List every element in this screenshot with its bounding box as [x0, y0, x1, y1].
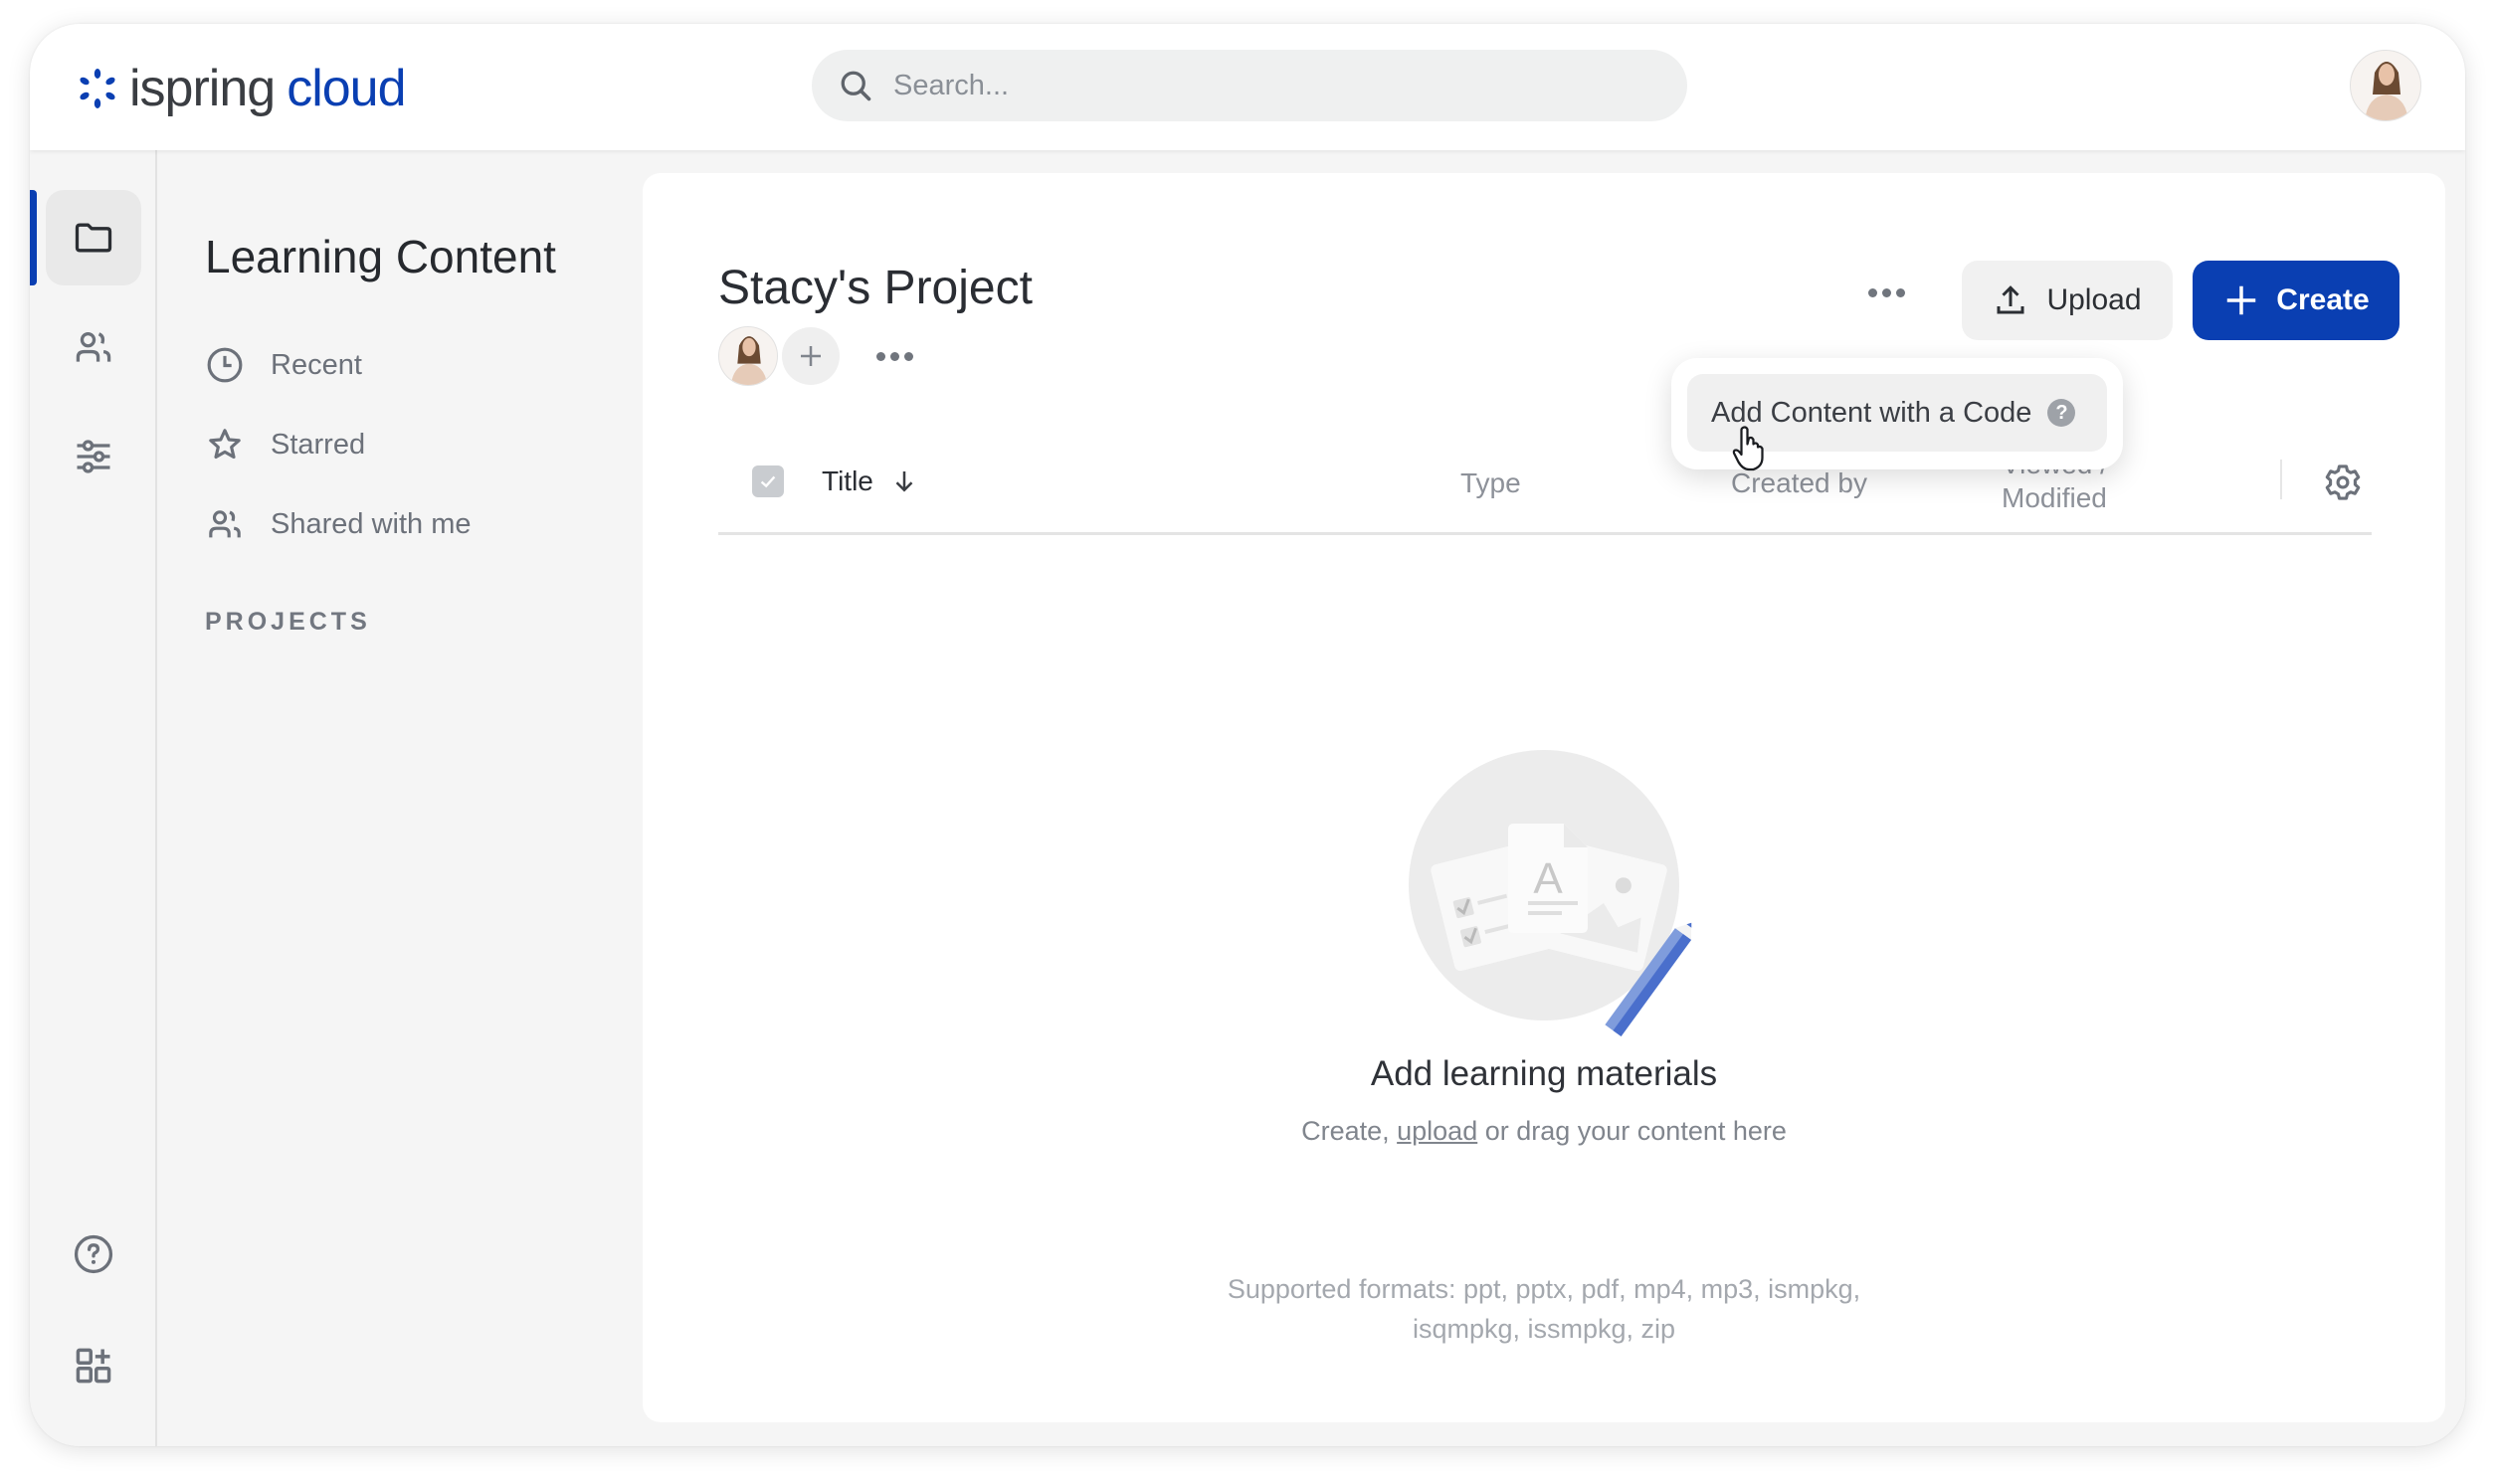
empty-sub-suffix: or drag your content here: [1477, 1116, 1787, 1146]
sidebar-title: Learning Content: [205, 231, 556, 282]
help-icon[interactable]: ?: [2047, 399, 2076, 427]
add-member-button[interactable]: [782, 327, 840, 385]
logo-word-ispring: ispring: [129, 60, 276, 117]
member-avatar[interactable]: [718, 326, 778, 386]
upload-button[interactable]: Upload: [1962, 261, 2173, 340]
add-widget-icon: [76, 1348, 111, 1384]
dot: [903, 351, 913, 361]
column-divider: [2280, 460, 2282, 499]
sidebar-item-label: Shared with me: [271, 507, 472, 540]
rail-item-users[interactable]: [46, 299, 141, 395]
upload-icon: [1997, 285, 2024, 314]
members-more-button[interactable]: [873, 351, 915, 361]
folder-icon: [75, 223, 112, 253]
top-bar: ispring cloud: [30, 24, 2465, 150]
dot: [1881, 287, 1891, 297]
checkmark-icon: [760, 475, 776, 488]
empty-state-title: Add learning materials: [1370, 1054, 1718, 1093]
person-photo-icon: [719, 327, 777, 385]
sidebar-item-recent[interactable]: Recent: [205, 335, 362, 395]
app-window: ispring cloud Search... Learning Content…: [30, 24, 2465, 1446]
dot: [1867, 287, 1877, 297]
sidebar-item-starred[interactable]: Starred: [205, 415, 365, 474]
formats-line-1: Supported formats: ppt, pptx, pdf, mp4, …: [1227, 1274, 1861, 1304]
rail-item-help[interactable]: [46, 1206, 141, 1302]
select-all-checkbox[interactable]: [752, 465, 784, 497]
column-viewed-line2: Modified: [2002, 482, 2107, 513]
page-title: Stacy's Project: [718, 262, 1033, 314]
more-options-button[interactable]: [1856, 273, 1916, 312]
users-icon: [76, 331, 111, 362]
icon-rail: [30, 150, 157, 1446]
search-input[interactable]: [893, 69, 1669, 102]
empty-state-subtitle: Create, upload or drag your content here: [643, 1116, 2445, 1147]
logo[interactable]: ispring cloud: [76, 54, 407, 123]
person-photo-icon: [2351, 51, 2420, 120]
create-label: Create: [2276, 283, 2370, 316]
column-type[interactable]: Type: [1460, 467, 1521, 499]
logo-word-cloud: cloud: [287, 60, 406, 117]
star-icon: [209, 429, 241, 460]
hand-pointer-cursor-icon: [1732, 426, 1764, 471]
sidebar-item-shared[interactable]: Shared with me: [205, 494, 472, 554]
rail-item-apps[interactable]: [46, 1318, 141, 1413]
user-avatar[interactable]: [2350, 50, 2421, 121]
clock-icon: [207, 347, 243, 383]
arrow-down-icon: [895, 471, 913, 492]
sidebar-item-label: Starred: [271, 428, 366, 461]
sidebar: Learning Content Recent Starred Shared w…: [159, 150, 643, 1446]
search-bar[interactable]: [812, 50, 1687, 121]
active-indicator: [30, 190, 37, 285]
sidebar-item-label: Recent: [271, 348, 362, 381]
users-icon: [209, 510, 241, 538]
upload-link[interactable]: upload: [1397, 1116, 1477, 1146]
ispring-logo-icon: [80, 69, 115, 108]
rail-item-content[interactable]: [46, 190, 141, 285]
empty-sub-prefix: Create,: [1301, 1116, 1398, 1146]
upload-label: Upload: [2046, 283, 2142, 316]
search-icon: [841, 71, 871, 101]
sliders-icon: [77, 440, 110, 473]
project-members: [718, 326, 915, 386]
supported-formats: Supported formats: ppt, pptx, pdf, mp4, …: [643, 1269, 2445, 1349]
help-circle-icon: [74, 1234, 113, 1274]
table-header: Title Type Created by Viewed / Modified: [718, 432, 2372, 535]
dot: [889, 351, 899, 361]
column-title[interactable]: Title: [822, 465, 919, 497]
dot: [875, 351, 885, 361]
projects-section-label: PROJECTS: [205, 608, 371, 636]
rail-item-settings[interactable]: [46, 409, 141, 504]
main-panel: Stacy's Project Upload Create Title Type…: [643, 173, 2445, 1422]
plus-icon: [2227, 285, 2256, 315]
gear-icon[interactable]: [2322, 462, 2364, 503]
dot: [1895, 287, 1905, 297]
column-title-label: Title: [822, 465, 873, 496]
plus-icon: [801, 346, 821, 366]
create-button[interactable]: Create: [2193, 261, 2399, 340]
empty-state-illustration: A: [1409, 750, 1692, 1037]
formats-line-2: isqmpkg, issmpkg, zip: [1412, 1314, 1676, 1344]
svg-text:A: A: [1533, 854, 1563, 903]
